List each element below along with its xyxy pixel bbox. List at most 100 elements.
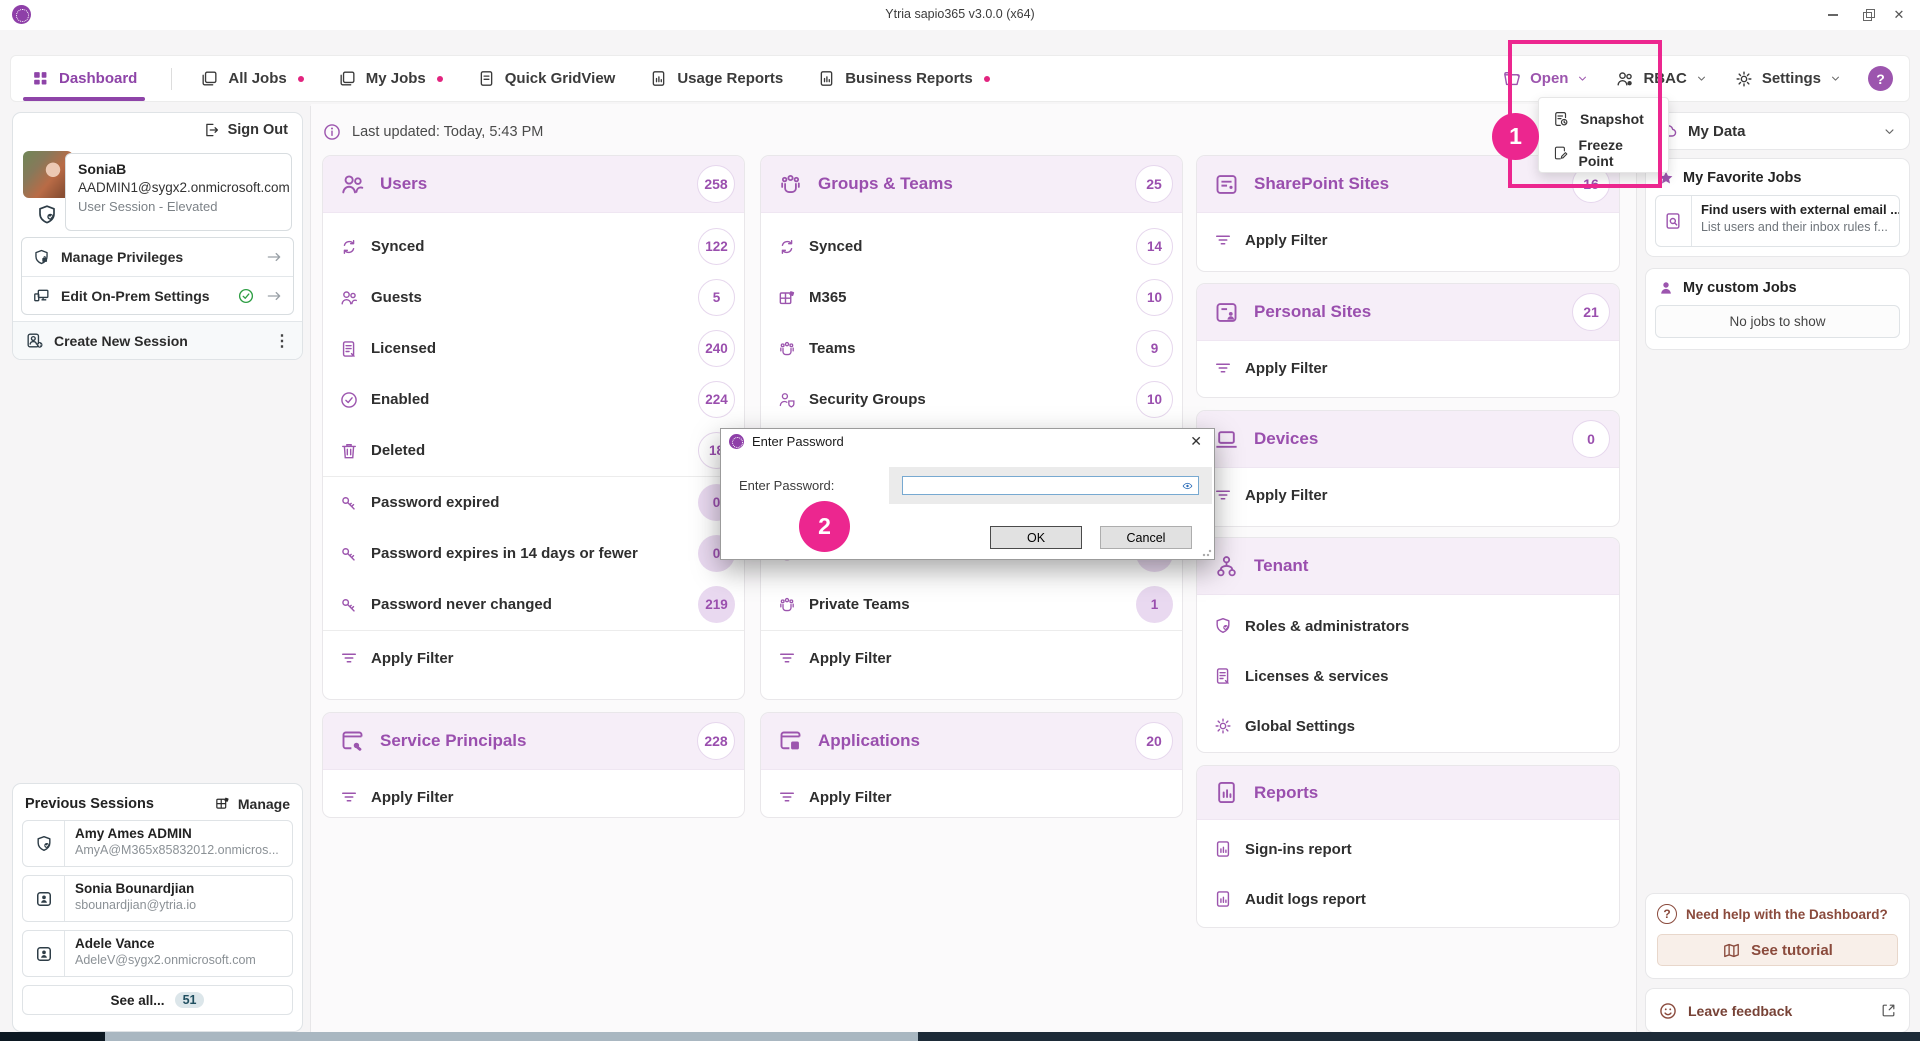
restore-icon[interactable] [1858,6,1876,24]
kebab-menu-icon[interactable] [274,331,290,351]
see-all-button[interactable]: See all... 51 [22,985,293,1015]
bottom-status-strip [0,1032,1920,1041]
settings-button[interactable]: Settings [1734,69,1842,89]
stat-row-password-expired[interactable]: Password expired 0 [323,477,744,528]
sharepoint-icon [1213,171,1240,198]
count-badge: 224 [698,381,735,418]
sessions-count-badge: 51 [175,992,205,1008]
session-list-item[interactable]: Adele Vance AdeleV@sygx2.onmicrosoft.com [22,930,293,977]
apply-filter-button[interactable]: Apply Filter [1197,468,1619,522]
users-card: Users 258 Synced 122 Guests 5 Licensed 2… [322,155,745,700]
apply-filter-button[interactable]: Apply Filter [761,631,1182,685]
stat-row-password-expires-soon[interactable]: Password expires in 14 days or fewer 0 [323,528,744,579]
filter-icon [1213,485,1233,505]
notification-dot [298,76,304,82]
edit-onprem-button[interactable]: Edit On-Prem Settings [22,276,293,314]
arrow-right-icon [265,248,283,266]
apply-filter-button[interactable]: Apply Filter [323,770,744,824]
stat-row-synced[interactable]: Synced 14 [761,221,1182,272]
smiley-icon [1658,1001,1678,1021]
apply-filter-button[interactable]: Apply Filter [1197,213,1619,267]
reports-header[interactable]: Reports [1197,766,1619,820]
tab-all-jobs[interactable]: All Jobs [200,56,303,101]
service-principals-header[interactable]: Service Principals 228 [323,713,744,770]
stat-row-security-groups[interactable]: Security Groups 10 [761,374,1182,425]
cancel-button[interactable]: Cancel [1100,526,1192,549]
dashboard-icon [31,69,50,88]
tab-business-reports[interactable]: Business Reports [817,56,990,101]
guests-icon [339,288,359,308]
tab-quick-gridview[interactable]: Quick GridView [477,56,616,101]
arrow-right-icon [265,287,283,305]
personal-sites-header[interactable]: Personal Sites 21 [1197,284,1619,341]
close-icon[interactable] [1890,6,1908,24]
apply-filter-button[interactable]: Apply Filter [323,631,744,685]
stat-row-m365[interactable]: M365 10 [761,272,1182,323]
stat-row-synced[interactable]: Synced 122 [323,221,744,272]
help-panel: Need help with the Dashboard? See tutori… [1645,893,1910,979]
password-label: Enter Password: [721,467,889,504]
status-segment [0,1032,105,1041]
leave-feedback-button[interactable]: Leave feedback [1645,988,1910,1033]
chevron-down-icon[interactable] [1882,124,1897,139]
count-badge: 9 [1136,330,1173,367]
global-settings-link[interactable]: Global Settings [1197,701,1619,751]
annotation-step-1: 1 [1492,113,1539,160]
see-tutorial-button[interactable]: See tutorial [1657,934,1898,966]
stat-row-enabled[interactable]: Enabled 224 [323,374,744,425]
users-card-header[interactable]: Users 258 [323,156,744,213]
session-shield-icon [35,203,59,227]
manage-privileges-button[interactable]: Manage Privileges [22,238,293,276]
settings-gear-icon [1734,69,1754,89]
stat-row-deleted[interactable]: Deleted 18 [323,425,744,476]
report-doc-icon [1213,889,1233,909]
doc-search-icon [1663,211,1683,231]
help-icon[interactable] [1868,66,1893,91]
count-badge: 21 [1572,293,1610,331]
favorite-job-item[interactable]: Find users with external email ... List … [1655,195,1900,247]
stat-row-password-never-changed[interactable]: Password never changed 219 [323,579,744,630]
resize-grip[interactable] [1202,547,1212,557]
apply-filter-button[interactable]: Apply Filter [761,770,1182,824]
minimize-icon[interactable] [1824,6,1842,24]
business-reports-icon [817,69,836,88]
audit-logs-report-link[interactable]: Audit logs report [1197,874,1619,924]
key-icon [339,493,359,513]
groups-card-header[interactable]: Groups & Teams 25 [761,156,1182,213]
private-teams-icon [777,595,797,615]
apply-filter-button[interactable]: Apply Filter [1197,341,1619,395]
window-title: Ytria sapio365 v3.0.0 (x64) [0,7,1920,21]
count-badge: 20 [1135,722,1173,760]
map-icon [1722,941,1741,960]
devices-header[interactable]: Devices 0 [1197,411,1619,468]
ok-button[interactable]: OK [990,526,1082,549]
stat-row-teams[interactable]: Teams 9 [761,323,1182,374]
applications-icon [777,728,804,755]
stat-row-private-teams[interactable]: Private Teams 1 [761,579,1182,630]
stat-row-licensed[interactable]: Licensed 240 [323,323,744,374]
session-list-item[interactable]: Sonia Bounardjian sbounardjian@ytria.io [22,875,293,922]
tab-dashboard[interactable]: Dashboard [31,56,137,101]
sign-out-button[interactable]: Sign Out [202,121,288,139]
sign-ins-report-link[interactable]: Sign-ins report [1197,824,1619,874]
session-list-item[interactable]: Amy Ames ADMIN AmyA@M365x85832012.onmicr… [22,820,293,867]
no-jobs-placeholder: No jobs to show [1655,305,1900,338]
password-input[interactable] [903,478,1182,493]
roles-administrators-link[interactable]: Roles & administrators [1197,601,1619,651]
chevron-down-icon [1695,72,1708,85]
manage-grid-icon [214,795,231,812]
tab-my-jobs[interactable]: My Jobs [338,56,443,101]
applications-header[interactable]: Applications 20 [761,713,1182,770]
eye-icon[interactable] [1182,478,1198,494]
tab-usage-reports[interactable]: Usage Reports [649,56,783,101]
tenant-header[interactable]: Tenant [1197,538,1619,595]
count-badge: 240 [698,330,735,367]
manage-sessions-button[interactable]: Manage [214,795,290,812]
create-new-session-button[interactable]: Create New Session [13,321,302,359]
pop-out-icon[interactable] [1880,1002,1897,1019]
ytria-logo-icon [729,434,744,449]
dialog-close-icon[interactable] [1186,433,1206,450]
my-data-header[interactable]: My Data [1645,112,1910,150]
stat-row-guests[interactable]: Guests 5 [323,272,744,323]
licenses-services-link[interactable]: Licenses & services [1197,651,1619,701]
